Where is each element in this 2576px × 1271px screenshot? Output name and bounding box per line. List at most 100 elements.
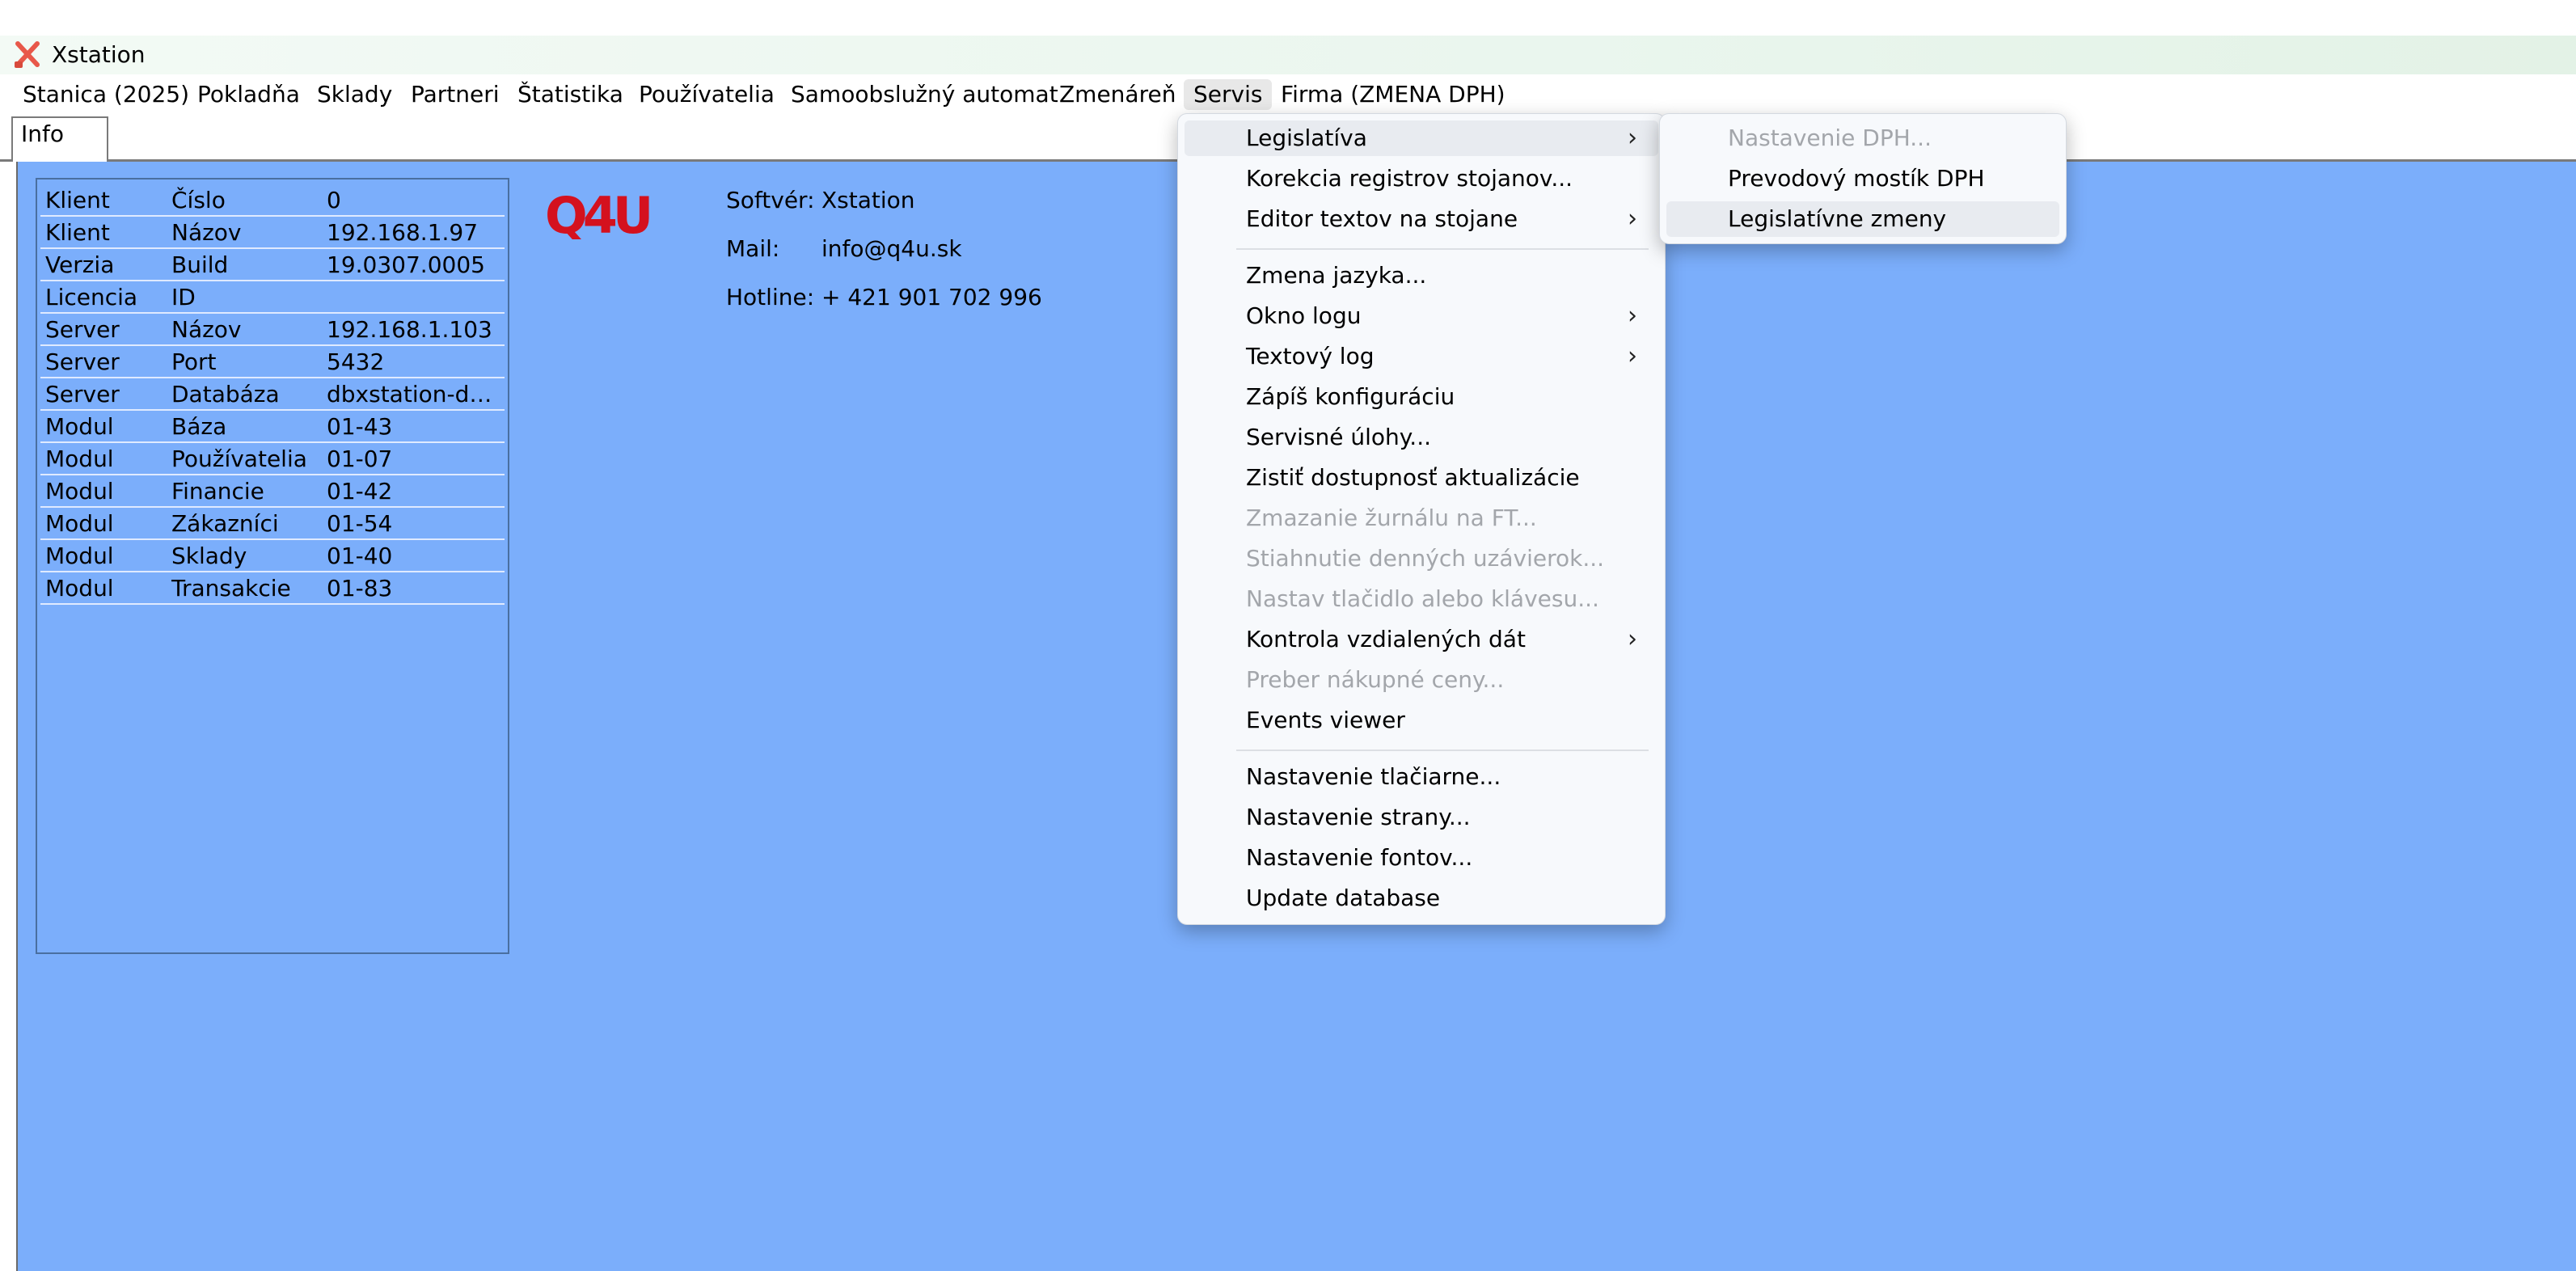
info-value-cell: 01-43: [327, 413, 393, 440]
chevron-right-icon: ›: [1628, 625, 1637, 653]
info-category-cell: Modul: [45, 575, 114, 602]
info-value-cell: 0: [327, 187, 341, 213]
app-window: Xstation Stanica (2025) Pokladňa Sklady …: [0, 0, 2576, 1271]
info-table-row: Server Port 5432: [40, 346, 505, 378]
info-category-cell: Licencia: [45, 284, 138, 310]
tab-info[interactable]: Info: [11, 116, 108, 162]
info-value-cell: 01-07: [327, 445, 393, 472]
info-value-cell: dbxstation-dp...: [327, 381, 505, 407]
chevron-right-icon: ›: [1628, 302, 1637, 330]
menu-stanica[interactable]: Stanica (2025): [13, 79, 199, 110]
info-table-row: Modul Báza 01-43: [40, 411, 505, 443]
info-table-row: Verzia Build 19.0307.0005: [40, 249, 505, 281]
submenu-item-prevodovy-mostik-dph[interactable]: Prevodový mostík DPH: [1666, 161, 2059, 196]
info-value-cell: 01-40: [327, 543, 393, 569]
menu-item-update-database[interactable]: Update database: [1185, 880, 1658, 916]
menu-item-korekcia-registrov-stojanov[interactable]: Korekcia registrov stojanov...: [1185, 161, 1658, 196]
menu-item-kontrola-vzdialenych-dat[interactable]: Kontrola vzdialených dát ›: [1185, 622, 1658, 657]
info-value-cell: 5432: [327, 348, 385, 375]
menu-item-events-viewer[interactable]: Events viewer: [1185, 703, 1658, 738]
info-key-cell: Transakcie: [171, 575, 291, 602]
info-table-row: Licencia ID: [40, 281, 505, 314]
chevron-right-icon: ›: [1628, 124, 1637, 152]
info-value-cell: 192.168.1.103: [327, 316, 492, 343]
menu-item-label: Zmena jazyka...: [1246, 262, 1427, 289]
info-category-cell: Klient: [45, 219, 110, 246]
info-table-row: Server Databáza dbxstation-dp...: [40, 378, 505, 411]
info-key-cell: Sklady: [171, 543, 247, 569]
info-key-cell: Databáza: [171, 381, 280, 407]
menu-item-label: Stiahnutie denných uzávierok...: [1246, 545, 1605, 572]
info-table-row: Server Názov 192.168.1.103: [40, 314, 505, 346]
info-key-cell: Zákazníci: [171, 510, 279, 537]
logo-text: Q4U: [545, 191, 649, 239]
chevron-right-icon: ›: [1628, 205, 1637, 233]
menu-item-label: Textový log: [1246, 343, 1375, 369]
info-category-cell: Modul: [45, 445, 114, 472]
menu-item-label: Nastavenie strany...: [1246, 804, 1471, 830]
menu-item-label: Editor textov na stojane: [1246, 205, 1518, 232]
hotline-label: Hotline:: [726, 284, 815, 310]
menu-sklady[interactable]: Sklady: [307, 79, 402, 110]
submenu-item-nastavenie-dph: Nastavenie DPH...: [1728, 125, 1932, 151]
hotline-value: + 421 901 702 996: [821, 284, 1042, 310]
menu-item-zistit-dostupnost-aktualizacie[interactable]: Zistiť dostupnosť aktualizácie: [1185, 460, 1658, 496]
menu-partneri[interactable]: Partneri: [401, 79, 509, 110]
software-label: Softvér:: [726, 187, 815, 213]
menu-item-stiahnutie-dennych-uzavierok: Stiahnutie denných uzávierok...: [1185, 541, 1658, 576]
menu-item-nastavenie-fontov[interactable]: Nastavenie fontov...: [1185, 840, 1658, 876]
menu-item-label: Update database: [1246, 885, 1441, 911]
menu-zmenaren[interactable]: Zmenáreň: [1049, 79, 1185, 110]
info-table-row: Modul Financie 01-42: [40, 475, 505, 508]
menu-item-textovy-log[interactable]: Textový log ›: [1185, 339, 1658, 374]
menu-item-okno-logu[interactable]: Okno logu ›: [1185, 298, 1658, 334]
menu-samoobsluzny-automat[interactable]: Samoobslužný automat: [781, 79, 1068, 110]
menu-separator: [1236, 750, 1649, 751]
menu-item-zapis-konfiguraciu[interactable]: Zápíš konfiguráciu: [1185, 379, 1658, 415]
menu-item-label: Okno logu: [1246, 302, 1362, 329]
info-key-cell: Báza: [171, 413, 227, 440]
menu-item-zmazanie-zurnalu-na-ft: Zmazanie žurnálu na FT...: [1185, 500, 1658, 536]
menu-item-label: Zmazanie žurnálu na FT...: [1246, 505, 1537, 531]
info-key-cell: Financie: [171, 478, 264, 505]
menu-firma[interactable]: Firma (ZMENA DPH): [1271, 79, 1515, 110]
menu-pokladna[interactable]: Pokladňa: [188, 79, 310, 110]
info-category-cell: Modul: [45, 413, 114, 440]
info-key-cell: Používatelia: [171, 445, 307, 472]
info-table: Klient Číslo 0 Klient Názov 192.168.1.97 Verzi…: [36, 178, 509, 954]
menu-item-editor-textov-na-stojane[interactable]: Editor textov na stojane ›: [1185, 201, 1658, 237]
menu-item-nastav-tlacidlo-alebo-klavesu: Nastav tlačidlo alebo klávesu...: [1185, 581, 1658, 617]
menu-item-nastavenie-strany[interactable]: Nastavenie strany...: [1185, 800, 1658, 835]
info-category-cell: Server: [45, 381, 120, 407]
mail-value[interactable]: info@q4u.sk: [821, 234, 962, 264]
menu-item-servisne-ulohy[interactable]: Servisné úlohy...: [1185, 420, 1658, 455]
menu-item-label: Zápíš konfiguráciu: [1246, 383, 1455, 410]
menu-servis[interactable]: Servis: [1184, 79, 1273, 110]
menu-item-label: Nastavenie fontov...: [1246, 844, 1473, 871]
software-value: Xstation: [821, 187, 915, 213]
info-category-cell: Server: [45, 316, 120, 343]
info-value-cell: 01-83: [327, 575, 393, 602]
menu-item-label: Servisné úlohy...: [1246, 424, 1432, 450]
menu-statistika[interactable]: Štatistika: [508, 79, 633, 110]
info-value-cell: 19.0307.0005: [327, 251, 485, 278]
xstation-app-icon: [15, 41, 40, 68]
menu-item-label: Preber nákupné ceny...: [1246, 666, 1505, 693]
info-category-cell: Verzia: [45, 251, 115, 278]
menu-item-label: Korekcia registrov stojanov...: [1246, 165, 1573, 192]
menu-item-legislativa[interactable]: Legislatíva ›: [1185, 120, 1658, 156]
title-bar: Xstation: [0, 36, 2576, 74]
info-value-cell: 01-54: [327, 510, 393, 537]
info-table-row: Modul Sklady 01-40: [40, 540, 505, 572]
info-category-cell: Modul: [45, 478, 114, 505]
info-category-cell: Klient: [45, 187, 110, 213]
menu-item-nastavenie-tlaciarne[interactable]: Nastavenie tlačiarne...: [1185, 759, 1658, 795]
menu-item-zmena-jazyka[interactable]: Zmena jazyka...: [1185, 258, 1658, 293]
chevron-right-icon: ›: [1628, 342, 1637, 370]
submenu-item-legislativne-zmeny[interactable]: Legislatívne zmeny: [1666, 201, 2059, 237]
menu-pouzivatelia[interactable]: Používatelia: [629, 79, 784, 110]
info-category-cell: Server: [45, 348, 120, 375]
info-key-cell: Názov: [171, 219, 242, 246]
menu-item-label: Kontrola vzdialených dát: [1246, 626, 1526, 652]
info-key-cell: Číslo: [171, 187, 226, 213]
